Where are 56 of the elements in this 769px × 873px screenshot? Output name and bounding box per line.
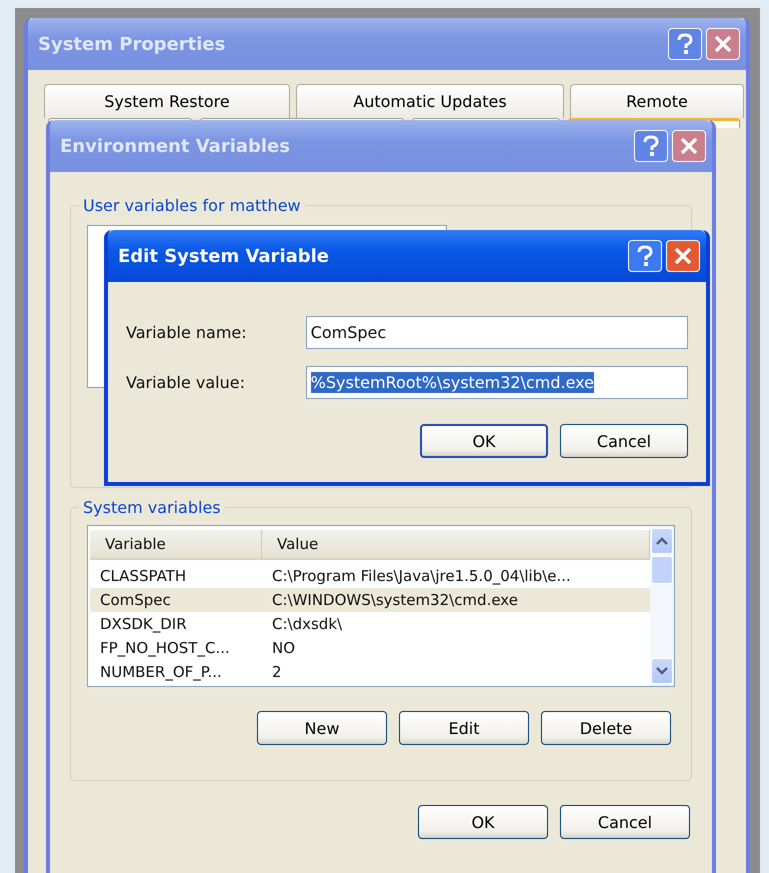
table-cell-text: DXSDK_DIR [99,615,188,633]
tab[interactable]: Automatic Updates [296,84,564,118]
list-row[interactable]: FP_NO_HOST_C... NO [90,636,650,660]
table-cell-text: FP_NO_HOST_C... [99,639,231,657]
push-button[interactable]: Edit [399,711,529,745]
group-title: User variables for matthew [82,196,302,215]
help-button[interactable] [628,240,662,272]
close-button[interactable] [672,130,706,162]
table-cell-text: NUMBER_OF_P... [99,663,223,681]
chevron-down-icon [656,667,668,675]
input-field[interactable]: %SystemRoot%\system32\cmd.exe [306,366,688,399]
table-cell-text: C:\WINDOWS\system32\cmd.exe [271,591,519,609]
list-row[interactable]: CLASSPATH C:\Program Files\Java\jre1.5.0_04\lib\e... [90,564,650,588]
push-button[interactable]: Cancel [560,805,690,839]
list-view[interactable]: Variable Value CLASSPATH C:\Program Files\Java\jre1.5.0_04\lib\e... ComSpec C:\WINDOWS\system32\cmd.exe DXSDK_DIR C:\dxsdk\ FP_NO_HOST_C... NO NUMBER_OF_P... 2 [87,525,675,687]
push-button[interactable]: OK [420,424,548,458]
scroll-thumb[interactable] [651,556,673,584]
input-field[interactable]: ComSpec [306,316,688,349]
close-button[interactable] [666,240,700,272]
table-cell-text: ComSpec [99,591,172,609]
column-header[interactable]: Variable [90,530,262,558]
scroll-up-button[interactable] [651,528,673,554]
table-cell-text: 2 [271,663,283,681]
tab[interactable]: Remote [570,84,744,118]
close-button[interactable] [706,28,740,60]
table-cell-text: C:\Program Files\Java\jre1.5.0_04\lib\e... [271,567,572,585]
window-title: System Properties [38,34,226,54]
push-button[interactable]: New [257,711,387,745]
table-cell-text: NO [271,639,296,657]
help-icon [636,245,654,267]
list-row[interactable]: ComSpec C:\WINDOWS\system32\cmd.exe [90,588,650,612]
close-icon [673,246,693,266]
group-title: System variables [82,498,222,517]
help-button[interactable] [668,28,702,60]
help-icon [676,33,694,55]
field-value: %SystemRoot%\system32\cmd.exe [310,372,594,393]
field-label: Variable value: [126,373,246,392]
list-row[interactable]: NUMBER_OF_P... 2 [90,660,650,684]
scroll-down-button[interactable] [651,658,673,684]
push-button[interactable]: Delete [541,711,671,745]
push-button[interactable]: OK [418,805,548,839]
close-icon [713,34,733,54]
tab[interactable]: System Restore [44,84,290,118]
scrollbar[interactable] [650,526,674,686]
push-button[interactable]: Cancel [560,424,688,458]
table-cell-text: C:\dxsdk\ [271,615,344,633]
field-label: Variable name: [126,323,248,342]
field-value: ComSpec [310,322,386,343]
window-title: Edit System Variable [118,246,330,266]
help-button[interactable] [634,130,668,162]
list-row[interactable]: DXSDK_DIR C:\dxsdk\ [90,612,650,636]
chevron-up-icon [656,537,668,545]
table-cell-text: CLASSPATH [99,567,188,585]
window-title: Environment Variables [60,136,290,156]
help-icon [642,135,660,157]
close-icon [679,136,699,156]
